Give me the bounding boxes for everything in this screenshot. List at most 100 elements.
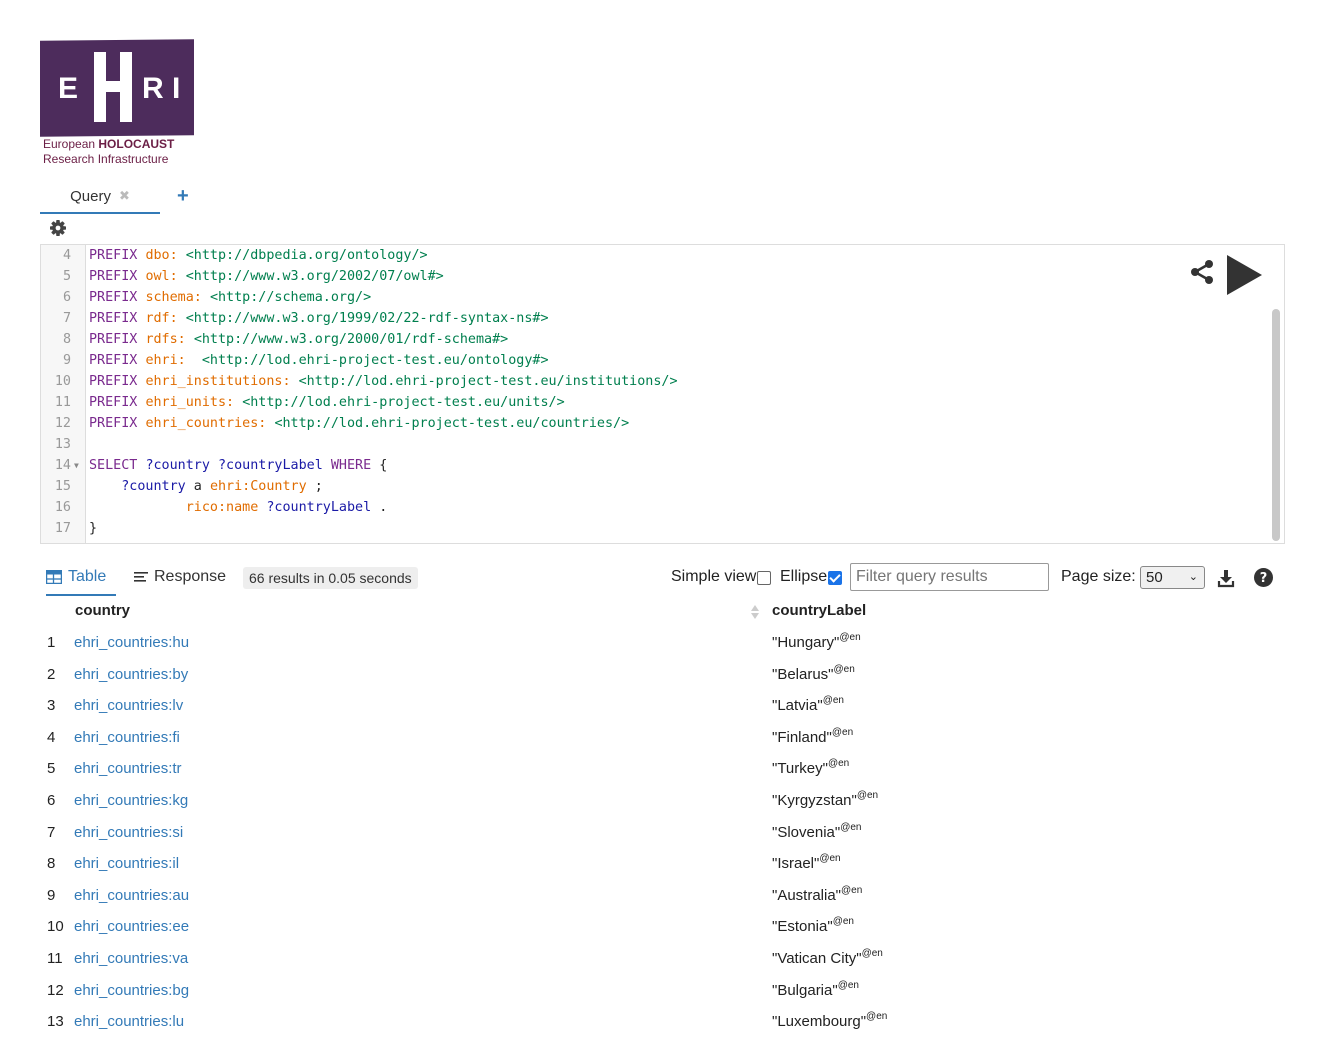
download-icon[interactable] bbox=[1216, 568, 1236, 588]
line-number: 7 bbox=[62, 311, 71, 326]
simple-view-checkbox[interactable] bbox=[757, 571, 771, 585]
logo-letter-e: E bbox=[58, 72, 81, 105]
country-label-cell: "Australia"@en bbox=[772, 885, 863, 904]
code-text: } bbox=[89, 518, 97, 539]
fold-toggle-icon[interactable]: ▼ bbox=[74, 455, 79, 476]
column-header-countrylabel[interactable]: countryLabel bbox=[772, 602, 866, 624]
table-row: 2 ehri_countries:by "Belarus"@en bbox=[40, 664, 1284, 697]
country-label-text: "Australia" bbox=[772, 887, 842, 904]
country-link[interactable]: ehri_countries:by bbox=[74, 666, 188, 683]
country-label-cell: "Hungary"@en bbox=[772, 632, 861, 651]
row-index: 13 bbox=[47, 1013, 64, 1030]
filter-results-input[interactable]: Filter query results bbox=[850, 563, 1049, 591]
tab-response-label: Response bbox=[154, 568, 227, 585]
tab-table-label: Table bbox=[68, 568, 107, 585]
row-index: 6 bbox=[47, 792, 56, 809]
logo-line1-normal: European bbox=[43, 137, 96, 151]
country-label-text: "Hungary" bbox=[772, 634, 840, 651]
logo-letter-r: R bbox=[142, 72, 166, 105]
code-text: PREFIX rdf: <http://www.w3.org/1999/02/2… bbox=[89, 308, 549, 329]
editor-scrollbar[interactable] bbox=[1272, 309, 1280, 541]
code-token: <http://dbpedia.org/ontology/> bbox=[185, 248, 428, 263]
code-token: PREFIX bbox=[89, 416, 146, 431]
logo-big-h bbox=[90, 52, 136, 122]
tab-table[interactable]: Table bbox=[46, 560, 116, 596]
help-question-icon[interactable]: ? bbox=[1254, 568, 1273, 587]
table-row: 12 ehri_countries:bg "Bulgaria"@en bbox=[40, 980, 1284, 1013]
page-size-select[interactable]: 50 ⌄ bbox=[1140, 566, 1205, 589]
country-label-text: "Luxembourg" bbox=[772, 1013, 867, 1030]
country-label-cell: "Luxembourg"@en bbox=[772, 1011, 888, 1030]
country-link[interactable]: ehri_countries:tr bbox=[74, 760, 182, 777]
country-link[interactable]: ehri_countries:ee bbox=[74, 918, 189, 935]
country-link[interactable]: ehri_countries:il bbox=[74, 855, 179, 872]
settings-gear-icon[interactable] bbox=[48, 218, 68, 238]
country-label-text: "Latvia" bbox=[772, 697, 823, 714]
table-row: 8 ehri_countries:il "Israel"@en bbox=[40, 853, 1284, 886]
code-token: PREFIX bbox=[89, 374, 146, 389]
line-number: 13 bbox=[54, 437, 71, 452]
country-label-text: "Bulgaria" bbox=[772, 982, 838, 999]
country-link[interactable]: ehri_countries:kg bbox=[74, 792, 188, 809]
tab-query-label: Query bbox=[70, 187, 111, 205]
close-tab-icon[interactable]: ✖ bbox=[119, 188, 130, 204]
country-label-text: "Slovenia" bbox=[772, 824, 841, 841]
language-tag: @en bbox=[856, 790, 879, 801]
code-text: PREFIX ehri_countries: <http://lod.ehri-… bbox=[89, 413, 629, 434]
code-token: } bbox=[89, 521, 98, 536]
code-text: PREFIX owl: <http://www.w3.org/2002/07/o… bbox=[89, 266, 444, 287]
tab-response[interactable]: Response bbox=[134, 560, 226, 594]
code-token: ehri:Country bbox=[209, 479, 307, 494]
language-tag: @en bbox=[866, 1011, 888, 1022]
tab-query[interactable]: Query ✖ bbox=[40, 180, 160, 214]
code-token: PREFIX bbox=[89, 353, 146, 368]
country-label-text: "Kyrgyzstan" bbox=[772, 792, 857, 809]
row-index: 12 bbox=[47, 982, 64, 999]
share-icon[interactable] bbox=[1189, 259, 1215, 285]
country-label-cell: "Estonia"@en bbox=[772, 916, 854, 935]
table-row: 9 ehri_countries:au "Australia"@en bbox=[40, 885, 1284, 918]
code-token: <http://lod.ehri-project-test.eu/units/> bbox=[242, 395, 565, 410]
country-link[interactable]: ehri_countries:lu bbox=[74, 1013, 184, 1030]
country-link[interactable]: ehri_countries:fi bbox=[74, 729, 180, 746]
line-number: 14 bbox=[54, 458, 71, 473]
country-link[interactable]: ehri_countries:au bbox=[74, 887, 189, 904]
code-token: PREFIX bbox=[89, 269, 146, 284]
table-row: 3 ehri_countries:lv "Latvia"@en bbox=[40, 695, 1284, 728]
response-lines-icon bbox=[134, 572, 148, 582]
country-link[interactable]: ehri_countries:bg bbox=[74, 982, 189, 999]
svg-text:?: ? bbox=[1260, 571, 1268, 586]
code-token: <http://lod.ehri-project-test.eu/countri… bbox=[274, 416, 630, 431]
line-number: 15 bbox=[54, 479, 71, 494]
code-token: owl: bbox=[145, 269, 178, 284]
code-text: PREFIX ehri_units: <http://lod.ehri-proj… bbox=[89, 392, 565, 413]
sparql-query-editor[interactable]: 4 PREFIX dbo: <http://dbpedia.org/ontolog… bbox=[40, 244, 1285, 544]
sort-icon[interactable] bbox=[750, 603, 760, 621]
table-row: 6 ehri_countries:kg "Kyrgyzstan"@en bbox=[40, 790, 1284, 823]
country-link[interactable]: ehri_countries:va bbox=[74, 950, 188, 967]
country-link[interactable]: ehri_countries:hu bbox=[74, 634, 189, 651]
code-token: dbo: bbox=[145, 248, 178, 263]
country-link[interactable]: ehri_countries:lv bbox=[74, 697, 183, 714]
code-token: rico:name bbox=[185, 500, 259, 515]
chevron-down-icon: ⌄ bbox=[1188, 571, 1198, 583]
column-header-country[interactable]: country bbox=[75, 602, 130, 624]
code-token: PREFIX bbox=[89, 395, 146, 410]
line-number: 8 bbox=[62, 332, 71, 347]
code-token: ehri: bbox=[145, 353, 186, 368]
add-tab-button[interactable]: + bbox=[177, 185, 189, 208]
ehri-logo[interactable]: E R I European HOLOCAUST Research Infras… bbox=[40, 39, 198, 170]
ellipse-checkbox[interactable] bbox=[828, 571, 842, 585]
code-token: WHERE bbox=[330, 458, 372, 473]
country-label-text: "Israel" bbox=[772, 855, 820, 872]
language-tag: @en bbox=[841, 885, 863, 896]
run-query-play-icon[interactable] bbox=[1224, 253, 1264, 297]
country-link[interactable]: ehri_countries:si bbox=[74, 824, 183, 841]
code-token: <http://www.w3.org/1999/02/22-rdf-syntax… bbox=[185, 311, 549, 326]
